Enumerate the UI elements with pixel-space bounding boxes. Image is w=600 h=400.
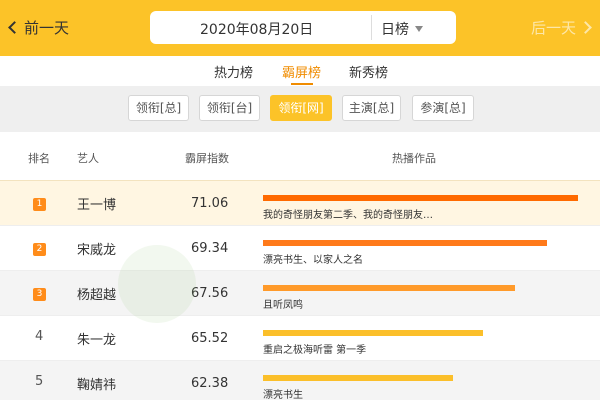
artist-name[interactable]: 宋威龙 — [77, 239, 116, 258]
header-rank: 排名 — [28, 152, 50, 165]
works-text[interactable]: 重启之极海听雷 第一季 — [263, 341, 366, 356]
tab-screen[interactable]: 霸屏榜 — [282, 62, 321, 81]
chevron-right-icon — [579, 21, 592, 34]
score-value: 69.34 — [191, 241, 229, 256]
period-label: 日榜 — [381, 22, 409, 38]
table-row[interactable]: 5 鞠婧祎 62.38 漂亮书生 — [0, 360, 600, 400]
period-dropdown[interactable]: 日榜 — [381, 19, 423, 39]
header-bar: 前一天 2020年08月20日 日榜 后一天 — [0, 0, 600, 56]
table-row[interactable]: 1 王一博 71.06 我的奇怪朋友第二季、我的奇怪朋友… — [0, 180, 600, 225]
date-text[interactable]: 2020年08月20日 — [200, 19, 313, 39]
category-filter-bar: 领衔[总] 领衔[台] 领衔[网] 主演[总] 参演[总] — [0, 86, 600, 132]
filter-lead-web[interactable]: 领衔[网] — [270, 95, 332, 121]
score-value: 71.06 — [191, 196, 229, 211]
tab-newcomer[interactable]: 新秀榜 — [349, 62, 388, 81]
divider — [371, 15, 372, 40]
score-bar — [263, 285, 515, 291]
rank-badge: 1 — [33, 198, 46, 211]
score-bar — [263, 375, 453, 381]
header-score: 霸屏指数 — [185, 152, 229, 165]
prev-day-label: 前一天 — [24, 19, 70, 37]
works-text[interactable]: 且听凤鸣 — [263, 296, 303, 311]
next-day-button[interactable]: 后一天 — [530, 17, 592, 38]
rank-badge: 2 — [33, 243, 46, 256]
table-row[interactable]: 3 杨超越 67.56 且听凤鸣 — [0, 270, 600, 315]
date-selector[interactable]: 2020年08月20日 日榜 — [150, 11, 456, 44]
score-bar — [263, 195, 578, 201]
table-header: 排名 艺人 霸屏指数 热播作品 — [0, 132, 600, 180]
filter-support-total[interactable]: 参演[总] — [412, 95, 474, 121]
ranking-tabs: 热力榜 霸屏榜 新秀榜 — [0, 56, 600, 86]
next-day-label: 后一天 — [530, 19, 576, 37]
score-value: 65.52 — [191, 331, 229, 346]
filter-lead-total[interactable]: 领衔[总] — [128, 95, 189, 121]
rank-number: 4 — [35, 329, 44, 344]
works-text[interactable]: 漂亮书生、以家人之名 — [263, 251, 363, 266]
rank-number: 5 — [35, 374, 44, 389]
chevron-left-icon — [8, 21, 21, 34]
tab-heat[interactable]: 热力榜 — [214, 62, 253, 81]
artist-name[interactable]: 鞠婧祎 — [77, 374, 116, 393]
score-value: 62.38 — [191, 376, 229, 391]
rank-badge: 3 — [33, 288, 46, 301]
filter-main-total[interactable]: 主演[总] — [342, 95, 401, 121]
artist-name[interactable]: 杨超越 — [77, 284, 116, 303]
header-artist: 艺人 — [77, 152, 99, 165]
filter-lead-tv[interactable]: 领衔[台] — [199, 95, 260, 121]
works-text[interactable]: 漂亮书生 — [263, 386, 303, 400]
prev-day-button[interactable]: 前一天 — [8, 17, 70, 38]
artist-name[interactable]: 朱一龙 — [77, 329, 116, 348]
score-bar — [263, 330, 483, 336]
table-row[interactable]: 4 朱一龙 65.52 重启之极海听雷 第一季 — [0, 315, 600, 360]
active-tab-indicator — [291, 83, 313, 85]
score-value: 67.56 — [191, 286, 229, 301]
caret-down-icon — [415, 26, 423, 32]
header-works: 热播作品 — [392, 152, 436, 165]
score-bar — [263, 240, 547, 246]
artist-name[interactable]: 王一博 — [77, 194, 116, 213]
works-text[interactable]: 我的奇怪朋友第二季、我的奇怪朋友… — [263, 206, 433, 221]
table-row[interactable]: 2 宋威龙 69.34 漂亮书生、以家人之名 — [0, 225, 600, 270]
